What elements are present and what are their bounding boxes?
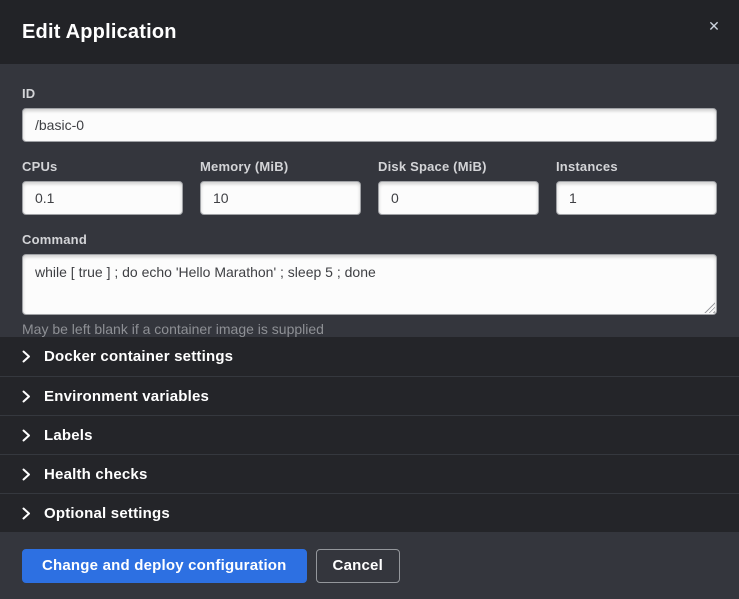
section-label: Optional settings: [44, 505, 170, 522]
accordion-sections: Docker container settings Environment va…: [0, 337, 739, 532]
id-input[interactable]: [22, 108, 717, 142]
modal-body: ID CPUs Memory (MiB) Disk Space (MiB) In…: [0, 64, 739, 337]
disk-label: Disk Space (MiB): [378, 159, 539, 174]
cpus-input[interactable]: [22, 181, 183, 215]
modal-header: Edit Application ✕: [0, 0, 739, 64]
close-icon[interactable]: ✕: [705, 17, 723, 35]
command-help-text: May be left blank if a container image i…: [22, 321, 717, 337]
instances-field-group: Instances: [556, 159, 717, 215]
section-optional-settings[interactable]: Optional settings: [0, 493, 739, 532]
chevron-right-icon: [22, 350, 31, 363]
section-environment-variables[interactable]: Environment variables: [0, 376, 739, 415]
chevron-right-icon: [22, 507, 31, 520]
memory-input[interactable]: [200, 181, 361, 215]
section-labels[interactable]: Labels: [0, 415, 739, 454]
resources-row: CPUs Memory (MiB) Disk Space (MiB) Insta…: [22, 159, 717, 215]
command-textarea-wrap: while [ true ] ; do echo 'Hello Marathon…: [22, 254, 717, 315]
section-docker-container-settings[interactable]: Docker container settings: [0, 337, 739, 376]
instances-input[interactable]: [556, 181, 717, 215]
chevron-right-icon: [22, 390, 31, 403]
section-label: Docker container settings: [44, 348, 233, 365]
id-field-group: ID: [22, 86, 717, 142]
memory-field-group: Memory (MiB): [200, 159, 361, 215]
modal-footer: Change and deploy configuration Cancel: [0, 532, 739, 599]
command-textarea[interactable]: while [ true ] ; do echo 'Hello Marathon…: [22, 254, 717, 315]
modal-title: Edit Application: [22, 21, 177, 44]
edit-application-modal: Edit Application ✕ ID CPUs Memory (MiB) …: [0, 0, 739, 599]
disk-input[interactable]: [378, 181, 539, 215]
cancel-button[interactable]: Cancel: [316, 549, 400, 583]
command-label: Command: [22, 232, 717, 247]
command-field-group: Command while [ true ] ; do echo 'Hello …: [22, 232, 717, 337]
memory-label: Memory (MiB): [200, 159, 361, 174]
disk-field-group: Disk Space (MiB): [378, 159, 539, 215]
chevron-right-icon: [22, 429, 31, 442]
id-label: ID: [22, 86, 717, 101]
section-label: Environment variables: [44, 388, 209, 405]
instances-label: Instances: [556, 159, 717, 174]
cpus-field-group: CPUs: [22, 159, 183, 215]
change-and-deploy-button[interactable]: Change and deploy configuration: [22, 549, 307, 583]
section-health-checks[interactable]: Health checks: [0, 454, 739, 493]
section-label: Labels: [44, 427, 93, 444]
section-label: Health checks: [44, 466, 147, 483]
chevron-right-icon: [22, 468, 31, 481]
cpus-label: CPUs: [22, 159, 183, 174]
